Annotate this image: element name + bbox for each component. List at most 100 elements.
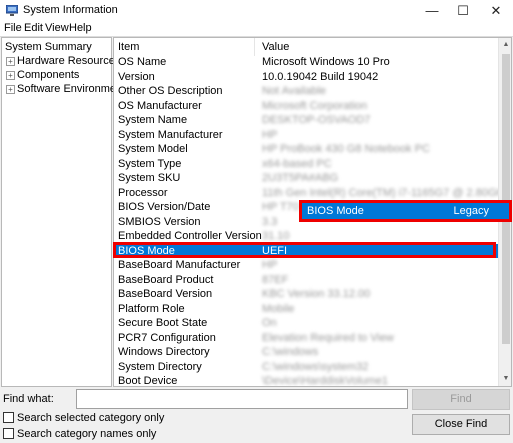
scrollbar-thumb[interactable] (502, 54, 510, 344)
close-find-button[interactable]: Close Find (412, 414, 510, 435)
find-what-label: Find what: (3, 393, 54, 405)
table-row[interactable]: OS Name Microsoft Windows 10 Pro (114, 55, 498, 70)
callout-item: BIOS Mode (307, 205, 364, 217)
table-row[interactable]: System SKU 2U3T5PA#ABG (114, 171, 498, 186)
row-item: Boot Device (118, 375, 178, 387)
minimize-button[interactable]: — (416, 0, 448, 21)
row-value: Elevation Required to View (262, 331, 394, 344)
column-header-value[interactable]: Value (262, 41, 289, 53)
row-item: OS Name (118, 56, 167, 68)
table-row[interactable]: Version 10.0.19042 Build 19042 (114, 70, 498, 85)
row-item: BaseBoard Manufacturer (118, 259, 241, 271)
row-item: Other OS Description (118, 85, 223, 97)
row-value: HP (262, 128, 278, 141)
row-item: System Name (118, 114, 188, 126)
row-value: KBC Version 33.12.00 (262, 288, 371, 300)
search-selected-category-only[interactable]: Search selected category only (3, 411, 164, 425)
tree-item-components[interactable]: + Components (6, 68, 79, 82)
row-item: OS Manufacturer (118, 99, 202, 112)
row-item: BaseBoard Version (118, 288, 213, 300)
expand-icon[interactable]: + (6, 71, 15, 80)
row-item: Secure Boot State (118, 317, 208, 329)
table-row[interactable]: System Directory C:\windows\system32 (114, 360, 498, 375)
column-header-item[interactable]: Item (118, 41, 139, 53)
table-row[interactable]: OS Manufacturer Microsoft Corporation (114, 99, 498, 114)
list-rows: OS Name Microsoft Windows 10 Pro Version 10… (114, 55, 511, 387)
window-title: System Information (23, 4, 118, 16)
callout-value: Legacy (453, 205, 489, 217)
category-tree[interactable]: System Summary + Hardware Resources + Comp… (1, 37, 125, 387)
row-item: Embedded Controller Version (118, 230, 262, 242)
row-item: PCR7 Configuration (118, 331, 216, 344)
tree-item-label: Components (17, 69, 80, 81)
table-row[interactable]: System Type x64-based PC (114, 157, 498, 172)
close-button[interactable]: ✕ (480, 0, 512, 21)
list-header: Item Value (114, 38, 498, 56)
row-value: 3.3 (262, 215, 278, 228)
row-value: \Device\HarddiskVolume1 (262, 375, 388, 387)
tree-item-label: Hardware Resources (17, 55, 121, 67)
table-row[interactable]: System Name DESKTOP-OSVAOD7 (114, 113, 498, 128)
scroll-down-arrow-icon[interactable]: ▼ (499, 372, 511, 386)
table-row[interactable]: Platform Role Mobile (114, 302, 498, 317)
menu-file[interactable]: File (4, 22, 22, 34)
checkbox[interactable] (3, 428, 14, 439)
find-what-input[interactable] (76, 389, 408, 409)
menu-edit[interactable]: Edit (24, 22, 43, 34)
table-row[interactable]: Processor 11th Gen Intel(R) Core(TM) i7-1… (114, 186, 511, 201)
row-item: SMBIOS Version (118, 215, 201, 228)
row-item: Version (118, 70, 155, 83)
tree-item-software-environment[interactable]: + Software Environment (6, 82, 125, 96)
table-row[interactable]: BaseBoard Version KBC Version 33.12.00 (114, 287, 498, 302)
row-value: C:\windows\system32 (262, 360, 369, 373)
table-row[interactable]: PCR7 Configuration Elevation Required to … (114, 331, 498, 346)
table-row[interactable]: Windows Directory C:\windows (114, 345, 498, 360)
row-value: HP (262, 259, 278, 271)
column-separator[interactable] (254, 38, 255, 56)
row-value: 10.0.19042 Build 19042 (262, 70, 379, 83)
table-row[interactable]: BaseBoard Manufacturer HP (114, 258, 498, 273)
row-value: On (262, 317, 277, 329)
menu-view[interactable]: View (45, 22, 69, 34)
tree-item-system-summary[interactable]: System Summary (5, 40, 92, 54)
row-value: Not Available (262, 85, 327, 97)
checkbox[interactable] (3, 412, 14, 423)
row-value: Microsoft Windows 10 Pro (262, 56, 390, 68)
bios-mode-highlight-annotation (113, 242, 496, 258)
checkbox-label: Search selected category only (17, 412, 165, 424)
row-value: Microsoft Corporation (262, 99, 368, 112)
row-value: Mobile (262, 302, 295, 315)
row-value: x64-based PC (262, 157, 332, 170)
scroll-up-arrow-icon[interactable]: ▲ (499, 38, 511, 52)
menu-help[interactable]: Help (69, 22, 92, 34)
table-row[interactable]: System Model HP ProBook 430 G8 Notebook P… (114, 142, 498, 157)
row-item: Platform Role (118, 302, 185, 315)
row-item: System SKU (118, 172, 181, 184)
expand-icon[interactable]: + (6, 85, 15, 94)
system-information-app-icon (6, 5, 18, 16)
title-bar: System Information — ☐ ✕ (0, 0, 513, 21)
row-value: 11th Gen Intel(R) Core(TM) i7-1165G7 @ 2… (262, 186, 512, 199)
tree-item-label: Software Environment (17, 83, 126, 95)
row-item: System Model (118, 143, 188, 155)
row-item: BaseBoard Product (118, 273, 214, 286)
expand-icon[interactable]: + (6, 57, 15, 66)
checkbox-label: Search category names only (17, 428, 157, 440)
maximize-button[interactable]: ☐ (447, 0, 479, 21)
table-row[interactable]: Secure Boot State On (114, 316, 498, 331)
row-item: System Type (118, 157, 182, 170)
table-row[interactable]: BaseBoard Product 87EF (114, 273, 498, 288)
table-row[interactable]: System Manufacturer HP (114, 128, 498, 143)
table-row[interactable]: Boot Device \Device\HarddiskVolume1 (114, 374, 498, 387)
row-item: System Manufacturer (118, 128, 223, 141)
table-row[interactable]: Other OS Description Not Available (114, 84, 498, 99)
row-item: Processor (118, 186, 168, 199)
search-category-names-only[interactable]: Search category names only (3, 427, 156, 441)
row-value: HP ProBook 430 G8 Notebook PC (262, 143, 430, 155)
tree-item-hardware-resources[interactable]: + Hardware Resources (6, 54, 120, 68)
row-item: BIOS Version/Date (118, 201, 211, 213)
row-value: DESKTOP-OSVAOD7 (262, 114, 371, 126)
bios-mode-legacy-callout: BIOS Mode Legacy (299, 200, 512, 222)
row-item: Windows Directory (118, 346, 210, 358)
find-button[interactable]: Find (412, 389, 510, 410)
